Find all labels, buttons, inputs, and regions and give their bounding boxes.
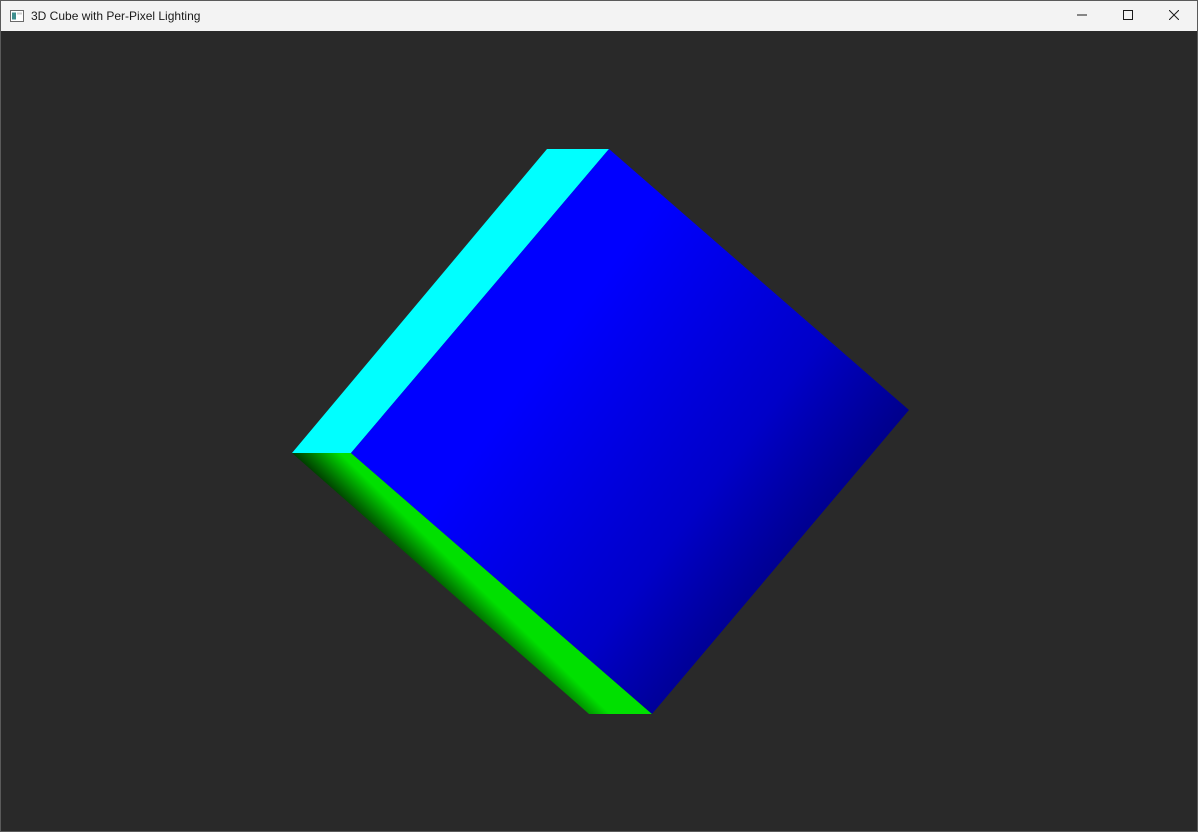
close-icon: [1169, 7, 1179, 25]
minimize-icon: [1077, 7, 1087, 25]
maximize-button[interactable]: [1105, 1, 1151, 31]
render-viewport[interactable]: [1, 31, 1197, 831]
app-window: 3D Cube with Per-Pixel Lighting: [0, 0, 1198, 832]
window-app-icon: [10, 9, 24, 23]
cube-face-front: [351, 149, 909, 714]
minimize-button[interactable]: [1059, 1, 1105, 31]
window-title: 3D Cube with Per-Pixel Lighting: [31, 9, 200, 23]
close-button[interactable]: [1151, 1, 1197, 31]
window-controls: [1059, 1, 1197, 31]
maximize-icon: [1123, 7, 1133, 25]
title-bar[interactable]: 3D Cube with Per-Pixel Lighting: [1, 1, 1197, 31]
cube-canvas: [1, 31, 1197, 831]
